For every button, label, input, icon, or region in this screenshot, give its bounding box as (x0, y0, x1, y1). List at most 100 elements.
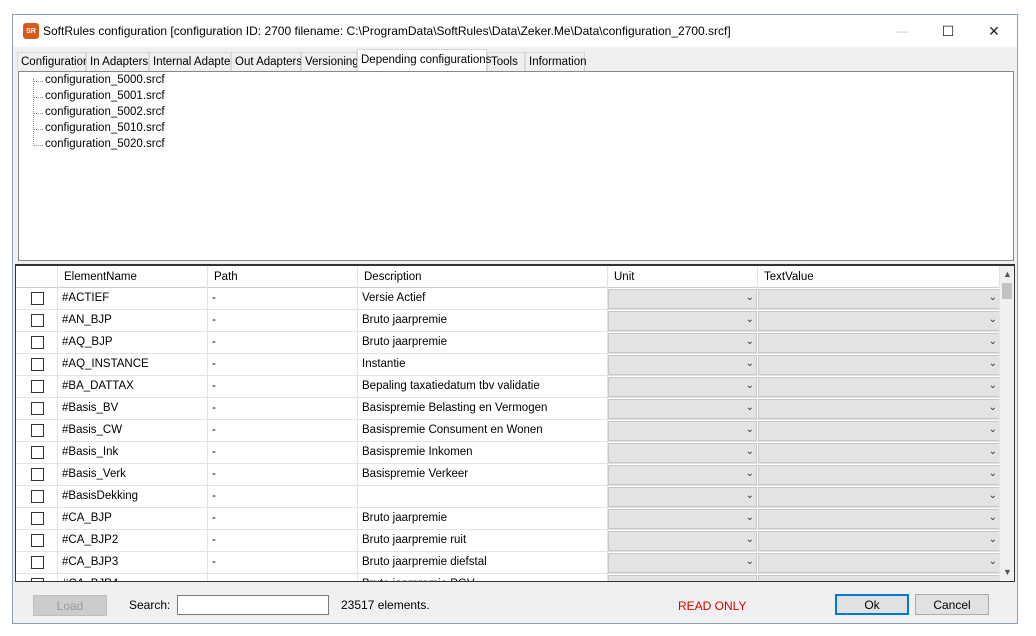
table-row[interactable]: #CA_BJP2- Bruto jaarpremie ruit ⌄ ⌄ (16, 530, 1000, 552)
scroll-thumb[interactable] (1002, 283, 1012, 299)
column-header-path[interactable]: Path (208, 266, 358, 288)
unit-dropdown[interactable]: ⌄ (608, 487, 757, 507)
textvalue-dropdown[interactable]: ⌄ (758, 333, 1000, 353)
textvalue-dropdown[interactable]: ⌄ (758, 509, 1000, 529)
grid-vertical-scrollbar[interactable]: ▲ ▼ (999, 266, 1014, 580)
row-checkbox[interactable] (31, 512, 44, 525)
cell-description[interactable] (358, 486, 608, 508)
cancel-button[interactable]: Cancel (915, 594, 989, 615)
unit-dropdown[interactable]: ⌄ (608, 443, 757, 463)
cell-description[interactable]: Basispremie Belasting en Vermogen (358, 398, 608, 420)
tab-in-adapters[interactable]: In Adapters (86, 52, 149, 71)
row-checkbox[interactable] (31, 358, 44, 371)
cell-elementname[interactable]: #CA_BJP3 (58, 552, 208, 574)
unit-dropdown[interactable]: ⌄ (608, 575, 757, 581)
cell-elementname[interactable]: #Basis_CW (58, 420, 208, 442)
ok-button[interactable]: Ok (835, 594, 909, 615)
unit-dropdown[interactable]: ⌄ (608, 399, 757, 419)
cell-elementname[interactable]: #AN_BJP (58, 310, 208, 332)
cell-description[interactable]: Bruto jaarpremie ruit (358, 530, 608, 552)
minimize-button[interactable]: — (879, 15, 925, 47)
textvalue-dropdown[interactable]: ⌄ (758, 311, 1000, 331)
cell-elementname[interactable]: #BA_DATTAX (58, 376, 208, 398)
table-row[interactable]: #AQ_BJP - Bruto jaarpremie ⌄ ⌄ (16, 332, 1000, 354)
row-checkbox[interactable] (31, 292, 44, 305)
row-checkbox[interactable] (31, 336, 44, 349)
cell-description[interactable]: Basispremie Consument en Wonen (358, 420, 608, 442)
unit-dropdown[interactable]: ⌄ (608, 531, 757, 551)
table-row[interactable]: #CA_BJP4-Bruto jaarpremie PGV ⌄ ⌄ (16, 574, 1000, 581)
cell-elementname[interactable]: #CA_BJP4 (58, 574, 208, 581)
scroll-up-icon[interactable]: ▲ (1000, 266, 1014, 282)
cell-elementname[interactable]: #Basis_Verk (58, 464, 208, 486)
textvalue-dropdown[interactable]: ⌄ (758, 443, 1000, 463)
tab-internal-adapter[interactable]: Internal Adapter (149, 52, 234, 71)
cell-description[interactable]: Bruto jaarpremie (358, 508, 608, 530)
cell-path[interactable]: - (208, 376, 358, 398)
tree-item[interactable]: configuration_5002.srcf (45, 106, 165, 118)
tab-tools[interactable]: Tools (487, 52, 525, 71)
cell-description[interactable]: Bruto jaarpremie diefstal (358, 552, 608, 574)
unit-dropdown[interactable]: ⌄ (608, 333, 757, 353)
cell-description[interactable]: Basispremie Verkeer (358, 464, 608, 486)
cell-path[interactable]: - (208, 442, 358, 464)
cell-description[interactable]: Bepaling taxatiedatum tbv validatie (358, 376, 608, 398)
textvalue-dropdown[interactable]: ⌄ (758, 575, 1000, 581)
textvalue-dropdown[interactable]: ⌄ (758, 531, 1000, 551)
tree-item[interactable]: configuration_5020.srcf (45, 138, 165, 150)
elements-grid[interactable]: ElementName Path Description Unit TextVa… (15, 264, 1015, 582)
textvalue-dropdown[interactable]: ⌄ (758, 421, 1000, 441)
load-button[interactable]: Load (33, 595, 107, 616)
cell-path[interactable]: - (208, 530, 358, 552)
cell-description[interactable]: Bruto jaarpremie (358, 310, 608, 332)
row-checkbox[interactable] (31, 402, 44, 415)
row-checkbox[interactable] (31, 468, 44, 481)
table-row[interactable]: #BasisDekking - ⌄ ⌄ (16, 486, 1000, 508)
column-header-elementname[interactable]: ElementName (58, 266, 208, 288)
cell-elementname[interactable]: #CA_BJP2 (58, 530, 208, 552)
tab-out-adapters[interactable]: Out Adapters (231, 52, 302, 71)
column-header-description[interactable]: Description (358, 266, 608, 288)
cell-description[interactable]: Instantie (358, 354, 608, 376)
table-row[interactable]: #Basis_Ink - Basispremie Inkomen ⌄ ⌄ (16, 442, 1000, 464)
table-row[interactable]: #ACTIEF - Versie Actief ⌄ ⌄ (16, 288, 1000, 310)
column-header-unit[interactable]: Unit (608, 266, 758, 288)
textvalue-dropdown[interactable]: ⌄ (758, 355, 1000, 375)
cell-path[interactable]: - (208, 508, 358, 530)
cell-path[interactable]: - (208, 574, 358, 581)
unit-dropdown[interactable]: ⌄ (608, 553, 757, 573)
cell-elementname[interactable]: #Basis_Ink (58, 442, 208, 464)
textvalue-dropdown[interactable]: ⌄ (758, 377, 1000, 397)
depending-configurations-tree[interactable]: configuration_5000.srcf configuration_50… (18, 71, 1014, 261)
row-checkbox[interactable] (31, 446, 44, 459)
row-checkbox[interactable] (31, 314, 44, 327)
cell-path[interactable]: - (208, 310, 358, 332)
table-row[interactable]: #CA_BJP - Bruto jaarpremie ⌄ ⌄ (16, 508, 1000, 530)
row-checkbox[interactable] (31, 424, 44, 437)
maximize-button[interactable]: ☐ (925, 15, 971, 47)
tree-item[interactable]: configuration_5010.srcf (45, 122, 165, 134)
cell-path[interactable]: - (208, 552, 358, 574)
unit-dropdown[interactable]: ⌄ (608, 311, 757, 331)
table-row[interactable]: #CA_BJP3- Bruto jaarpremie diefstal ⌄ ⌄ (16, 552, 1000, 574)
cell-elementname[interactable]: #ACTIEF (58, 288, 208, 310)
table-row[interactable]: #Basis_BV - Basispremie Belasting en Vermo… (16, 398, 1000, 420)
tree-item[interactable]: configuration_5001.srcf (45, 90, 165, 102)
tab-versioning[interactable]: Versioning (301, 52, 359, 71)
textvalue-dropdown[interactable]: ⌄ (758, 399, 1000, 419)
unit-dropdown[interactable]: ⌄ (608, 465, 757, 485)
textvalue-dropdown[interactable]: ⌄ (758, 289, 1000, 309)
scroll-down-icon[interactable]: ▼ (1000, 564, 1014, 580)
unit-dropdown[interactable]: ⌄ (608, 289, 757, 309)
cell-path[interactable]: - (208, 288, 358, 310)
column-header-textvalue[interactable]: TextValue (758, 266, 1000, 288)
cell-elementname[interactable]: #BasisDekking (58, 486, 208, 508)
unit-dropdown[interactable]: ⌄ (608, 509, 757, 529)
cell-description[interactable]: Basispremie Inkomen (358, 442, 608, 464)
tree-item[interactable]: configuration_5000.srcf (45, 74, 165, 86)
row-checkbox[interactable] (31, 556, 44, 569)
row-checkbox[interactable] (31, 534, 44, 547)
unit-dropdown[interactable]: ⌄ (608, 377, 757, 397)
cell-path[interactable]: - (208, 398, 358, 420)
cell-elementname[interactable]: #AQ_INSTANCE (58, 354, 208, 376)
